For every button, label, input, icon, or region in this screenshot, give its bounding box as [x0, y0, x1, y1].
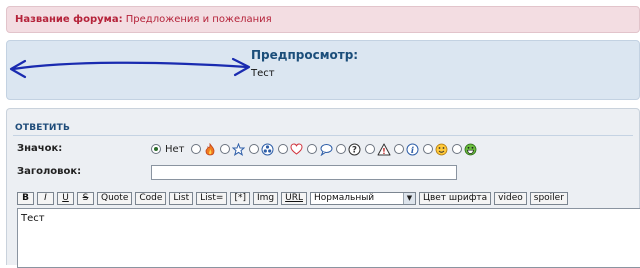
italic-button[interactable]: I — [37, 191, 54, 205]
font-size-select[interactable]: Нормальный ▼ — [309, 191, 416, 205]
video-button[interactable]: video — [494, 191, 527, 205]
radio-flame[interactable] — [190, 144, 201, 154]
radio-warning[interactable] — [364, 144, 375, 154]
quote-button[interactable]: Quote — [97, 191, 133, 205]
question-icon: ? — [348, 142, 362, 156]
star-icon — [232, 142, 246, 156]
icon-option-speech[interactable] — [306, 142, 333, 156]
icon-label: Значок: — [17, 143, 63, 154]
radioactive-icon — [261, 142, 275, 156]
icon-option-heart[interactable] — [277, 142, 304, 156]
icon-option-radioactive[interactable] — [248, 142, 275, 156]
icon-option-question[interactable]: ? — [335, 142, 362, 156]
radio-speech[interactable] — [306, 144, 317, 154]
heart-icon — [290, 142, 304, 156]
icon-option-info[interactable]: i — [393, 142, 420, 156]
reply-panel: ОТВЕТИТЬ Значок: Нет ? ! i Заголовок: B … — [6, 108, 640, 268]
post-icon-selector: Нет ? ! i — [151, 141, 481, 157]
smiley-icon — [435, 142, 449, 156]
preview-title: Предпросмотр: — [251, 48, 359, 62]
underline-button[interactable]: U — [57, 191, 74, 205]
chevron-down-icon[interactable]: ▼ — [402, 192, 415, 204]
spoiler-button[interactable]: spoiler — [529, 191, 568, 205]
svg-text:i: i — [411, 145, 414, 155]
radio-radioactive[interactable] — [248, 144, 259, 154]
radio-grin[interactable] — [451, 144, 462, 154]
icon-option-star[interactable] — [219, 142, 246, 156]
icon-option-warning[interactable]: ! — [364, 142, 391, 156]
radio-none[interactable] — [151, 144, 161, 154]
radio-heart[interactable] — [277, 144, 288, 154]
radio-info[interactable] — [393, 144, 404, 154]
icon-option-smiley[interactable] — [422, 142, 449, 156]
reply-heading: ОТВЕТИТЬ — [15, 123, 71, 133]
speech-bubble-icon — [319, 142, 333, 156]
font-size-value: Нормальный — [313, 193, 375, 203]
url-button[interactable]: URL — [281, 191, 307, 205]
preview-panel: Предпросмотр: Тест — [6, 40, 640, 100]
flame-icon — [203, 142, 217, 156]
icon-option-grin[interactable] — [451, 142, 478, 156]
radio-star[interactable] — [219, 144, 230, 154]
icon-none-label: Нет — [165, 143, 185, 155]
list-button[interactable]: List — [169, 191, 194, 205]
svg-text:?: ? — [352, 145, 357, 155]
list-item-button[interactable]: [*] — [230, 191, 250, 205]
bold-button[interactable]: B — [17, 191, 34, 205]
icon-option-flame[interactable] — [190, 142, 217, 156]
svg-text:!: ! — [382, 147, 385, 156]
radio-smiley[interactable] — [422, 144, 433, 154]
strike-button[interactable]: S — [77, 191, 94, 205]
grin-icon — [464, 142, 478, 156]
forum-name-link[interactable]: Предложения и пожелания — [126, 14, 272, 25]
title-input[interactable] — [151, 165, 457, 180]
ordered-list-button[interactable]: List= — [196, 191, 228, 205]
forum-name-label: Название форума: — [15, 14, 123, 25]
font-color-button[interactable]: Цвет шрифта — [418, 191, 492, 205]
warning-icon: ! — [377, 142, 391, 156]
bbcode-toolbar: B I U S Quote Code List List= [*] Img UR… — [17, 191, 571, 205]
preview-body: Тест — [251, 68, 275, 79]
info-icon: i — [406, 142, 420, 156]
title-label: Заголовок: — [17, 166, 82, 177]
forum-name-bar: Название форума: Предложения и пожелания — [6, 6, 640, 33]
icon-option-none[interactable]: Нет — [151, 144, 188, 155]
radio-question[interactable] — [335, 144, 346, 154]
message-textarea[interactable]: Тест — [17, 208, 640, 268]
code-button[interactable]: Code — [135, 191, 167, 205]
double-arrow-annotation — [9, 57, 251, 79]
heading-divider — [13, 135, 633, 136]
img-button[interactable]: Img — [252, 191, 279, 205]
